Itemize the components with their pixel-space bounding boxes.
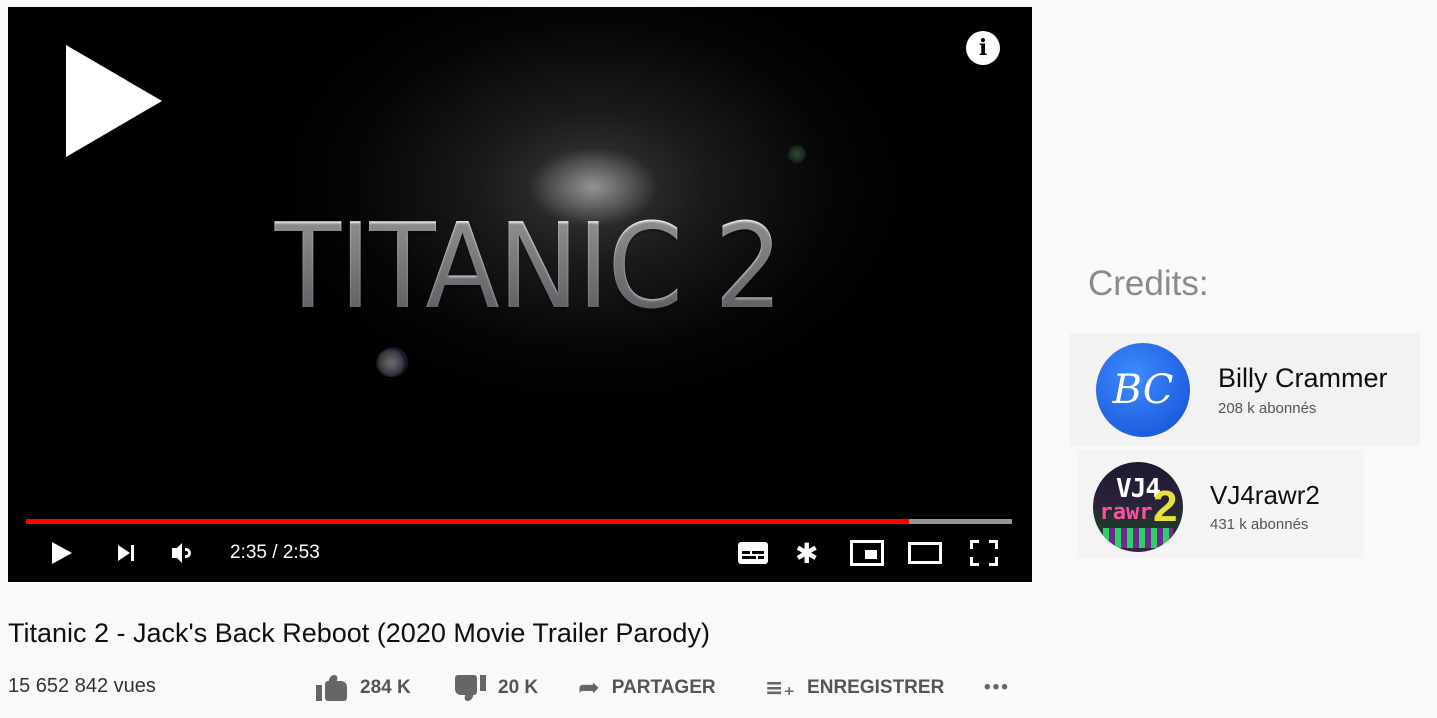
next-icon <box>118 545 130 561</box>
miniplayer-icon <box>850 540 884 566</box>
play-button[interactable] <box>52 537 72 569</box>
play-icon <box>52 542 72 564</box>
settings-button[interactable]: ✱ <box>795 536 819 570</box>
subscriber-count: 208 k abonnés <box>1218 400 1317 417</box>
video-title: Titanic 2 - Jack's Back Reboot (2020 Mov… <box>8 618 710 648</box>
time-display: 2:35 / 2:53 <box>230 542 320 563</box>
share-button[interactable]: ➦ PARTAGER <box>578 672 716 704</box>
channel-name[interactable]: Billy Crammer <box>1218 363 1388 394</box>
thumbs-up-icon <box>316 675 348 701</box>
subtitles-button[interactable] <box>738 537 768 569</box>
fullscreen-icon <box>970 540 998 566</box>
more-icon: ••• <box>984 677 1010 698</box>
large-play-icon[interactable] <box>66 45 162 157</box>
credits-heading: Credits: <box>1088 264 1209 303</box>
save-button[interactable]: ≡₊ ENREGISTRER <box>765 672 944 704</box>
channel-name[interactable]: VJ4rawr2 <box>1210 480 1320 511</box>
lens-flare <box>788 145 806 163</box>
gear-icon: ✱ <box>795 536 819 570</box>
progress-bar[interactable] <box>26 519 1012 524</box>
more-actions-button[interactable]: ••• <box>984 672 1010 704</box>
theater-mode-button[interactable] <box>908 537 942 569</box>
credit-card[interactable]: VJ4 rawr 2 VJ4rawr2 431 k abonnés <box>1077 450 1364 558</box>
thumbs-down-icon <box>454 675 486 701</box>
theater-icon <box>908 542 942 564</box>
share-label: PARTAGER <box>611 677 716 698</box>
like-button[interactable]: 284 K <box>316 672 411 704</box>
video-player[interactable]: TITANIC 2 i 2:35 / 2:53 ✱ <box>8 7 1032 582</box>
like-count: 284 K <box>360 677 411 698</box>
miniplayer-button[interactable] <box>850 537 884 569</box>
video-frame-title: TITANIC 2 <box>50 197 1007 335</box>
dislike-button[interactable]: 20 K <box>454 672 538 704</box>
credit-card[interactable]: BC Billy Crammer 208 k abonnés <box>1070 333 1420 446</box>
share-arrow-icon: ➦ <box>578 673 600 703</box>
next-button[interactable] <box>118 537 134 569</box>
lens-flare <box>376 349 404 377</box>
progress-bar-played <box>26 519 910 524</box>
fullscreen-button[interactable] <box>970 537 998 569</box>
save-label: ENREGISTRER <box>807 677 945 698</box>
subscriber-count: 431 k abonnés <box>1210 516 1309 533</box>
avatar: BC <box>1096 343 1190 437</box>
view-count: 15 652 842 vues <box>8 675 156 697</box>
subtitles-icon <box>738 542 768 564</box>
dislike-count: 20 K <box>498 677 539 698</box>
info-icon[interactable]: i <box>966 31 1000 65</box>
volume-button[interactable] <box>172 537 191 569</box>
add-to-playlist-icon: ≡₊ <box>765 675 796 701</box>
avatar: VJ4 rawr 2 <box>1093 462 1183 552</box>
